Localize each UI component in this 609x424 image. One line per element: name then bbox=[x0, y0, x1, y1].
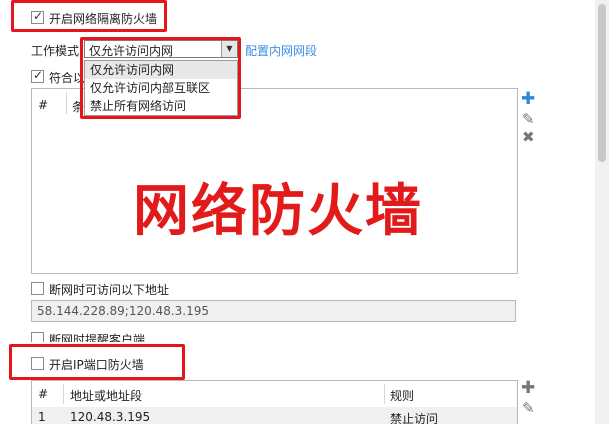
vertical-scrollbar[interactable] bbox=[595, 0, 609, 424]
enable-firewall-label: 开启网络隔离防火墙 bbox=[49, 12, 158, 26]
chevron-down-icon[interactable]: ▼ bbox=[221, 41, 237, 57]
mode-option-block-all[interactable]: 禁止所有网络访问 bbox=[85, 97, 237, 115]
work-mode-select[interactable]: 仅允许访问内网 ▼ bbox=[84, 40, 238, 58]
table-row[interactable]: 1 120.48.3.195 禁止访问 bbox=[32, 407, 517, 424]
ip-col-divider-2 bbox=[384, 384, 385, 404]
offline-access-checkbox[interactable] bbox=[31, 282, 44, 295]
plus-icon[interactable]: ✚ bbox=[521, 91, 535, 108]
ip-col-index: # bbox=[38, 387, 49, 401]
ip-row-rule: 禁止访问 bbox=[390, 412, 439, 424]
mode-option-intranet[interactable]: 仅允许访问内网 bbox=[85, 61, 237, 79]
edit-icon[interactable]: ✎ bbox=[522, 112, 535, 127]
config-intranet-link[interactable]: 配置内网网段 bbox=[245, 42, 317, 59]
offline-access-label: 断网时可访问以下地址 bbox=[49, 283, 170, 297]
match-checkbox[interactable] bbox=[31, 68, 44, 83]
scrollbar-thumb[interactable] bbox=[598, 4, 606, 162]
match-label: 符合以 bbox=[49, 71, 86, 85]
ip-row-address: 120.48.3.195 bbox=[70, 410, 151, 424]
mode-option-internal-zone[interactable]: 仅允许访问内部互联区 bbox=[85, 79, 237, 97]
delete-icon[interactable]: ✖ bbox=[522, 130, 535, 145]
work-mode-dropdown[interactable]: 仅允许访问内网 仅允许访问内部互联区 禁止所有网络访问 bbox=[84, 60, 238, 116]
edit-icon[interactable]: ✎ bbox=[522, 401, 535, 416]
work-mode-value: 仅允许访问内网 bbox=[89, 44, 174, 58]
rules-col-rule: 条 bbox=[72, 100, 85, 114]
ip-col-address: 地址或地址段 bbox=[70, 389, 143, 403]
ip-col-rule: 规则 bbox=[390, 389, 415, 403]
rules-col-divider bbox=[66, 92, 67, 114]
ip-row-index: 1 bbox=[38, 410, 46, 424]
rules-col-index: # bbox=[38, 98, 49, 112]
offline-addresses-value: 58.144.228.89;120.48.3.195 bbox=[37, 304, 209, 318]
ip-col-divider-1 bbox=[63, 384, 64, 404]
plus-icon[interactable]: ✚ bbox=[521, 380, 535, 397]
enable-firewall-checkbox[interactable] bbox=[31, 9, 44, 24]
work-mode-label: 工作模式 bbox=[31, 44, 80, 58]
enable-ip-firewall-label: 开启IP端口防火墙 bbox=[49, 358, 144, 372]
overlay-title: 网络防火墙 bbox=[133, 179, 423, 244]
offline-addresses-input[interactable]: 58.144.228.89;120.48.3.195 bbox=[31, 300, 516, 322]
enable-ip-firewall-checkbox[interactable] bbox=[31, 357, 44, 370]
ip-rules-table: # 地址或地址段 规则 1 120.48.3.195 禁止访问 bbox=[31, 380, 518, 424]
